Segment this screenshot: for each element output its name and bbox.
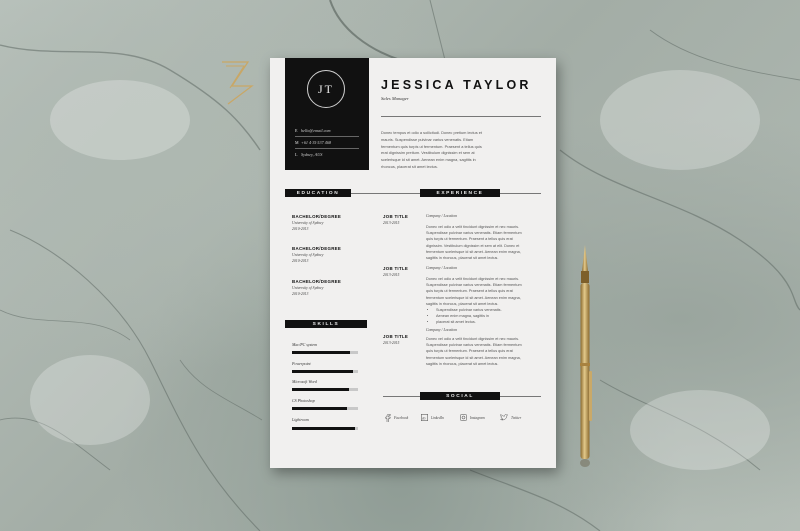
contact-email: E hello@email.com <box>295 126 365 134</box>
job-description: Donec vel odio a velit tincidunt digniss… <box>426 336 540 367</box>
profile-line: mauris. Suspendisse pulvinar varius vene… <box>381 136 474 142</box>
skill-name: Lightroom <box>292 417 309 422</box>
gold-pen <box>580 245 592 467</box>
skill-bar <box>292 427 358 430</box>
resume-sheet: JT E hello@email.com M +61 4·35·537 468 … <box>270 58 556 468</box>
job-company: Company / Location <box>426 328 458 332</box>
job-years: 2013-2015 <box>383 221 400 225</box>
contact-value: Sydney, AUS <box>301 151 323 157</box>
job-description: Donec vel odio a velit tincidunt digniss… <box>426 224 540 261</box>
social-facebook: Facebook <box>385 414 408 422</box>
profile-line: Donec tempus et odio a sollicitudi. Done… <box>381 130 482 135</box>
contact-value: hello@email.com <box>301 127 331 133</box>
monogram: JT <box>307 70 345 108</box>
paper-clip-icon <box>222 61 254 105</box>
social-linkedin: in LinkedIn <box>421 414 444 421</box>
skill-name: Mac/PC system <box>292 342 317 347</box>
divider <box>295 148 359 149</box>
skill-bar-fill <box>292 407 348 410</box>
job-bullet-list: Suspendisse pulvinar varius venenatis. A… <box>430 307 502 326</box>
job-years: 2013-2015 <box>383 341 400 345</box>
contact-phone: M +61 4·35·537 468 <box>295 138 365 146</box>
job-title: JOB TITLE <box>383 214 409 219</box>
marble-background: JT E hello@email.com M +61 4·35·537 468 … <box>0 0 800 531</box>
social-label: LinkedIn <box>431 415 444 420</box>
facebook-icon <box>385 414 391 422</box>
profile-line: scelerisque id sit amet. Aenean enim mag… <box>381 157 476 163</box>
education-school: University of Sydney <box>292 286 324 290</box>
social-heading: SOCIAL <box>420 392 500 400</box>
job-description: Donec vel odio a velit tincidunt digniss… <box>426 276 540 307</box>
social-label: Instagram <box>470 415 485 420</box>
job-years: 2013-2015 <box>383 273 400 277</box>
profile-line: erat dignissim pretium. Vestibulum digni… <box>381 150 475 156</box>
education-degree: BACHELOR/DEGREE <box>292 214 342 219</box>
profile-line: rhoncus, placerat sit amet lectus. <box>381 163 438 169</box>
social-instagram: Instagram <box>460 414 485 421</box>
skill-bar <box>292 407 358 410</box>
education-school: University of Sydney <box>292 253 324 257</box>
skill-bar-fill <box>292 370 353 373</box>
education-years: 2010-2013 <box>292 259 309 263</box>
job-description-line: sagittis in rhoncus, placerat sit amet l… <box>426 361 499 366</box>
skill-bar <box>292 388 358 391</box>
education-degree: BACHELOR/DEGREE <box>292 246 342 251</box>
job-company: Company / Location <box>426 214 458 218</box>
education-heading: EDUCATION <box>285 189 351 197</box>
job-title: JOB TITLE <box>383 266 409 271</box>
contact-value: +61 4·35·537 468 <box>301 139 332 145</box>
skill-name: Powerpoint <box>292 361 311 366</box>
profile-summary: Donec tempus et odio a sollicitudi. Done… <box>381 130 541 171</box>
profile-line: fermentum quis turpis ut fermentum. Prae… <box>381 143 482 149</box>
skill-bar-fill <box>292 427 356 430</box>
experience-heading: EXPERIENCE <box>420 189 500 197</box>
header-sidebar-block: JT E hello@email.com M +61 4·35·537 468 … <box>285 58 369 170</box>
twitter-icon <box>500 414 508 421</box>
social-twitter: Twitter <box>500 414 521 421</box>
skill-name: CS Photoshop <box>292 398 315 403</box>
education-degree: BACHELOR/DEGREE <box>292 279 342 284</box>
candidate-role: Sales Manager <box>381 96 409 101</box>
skill-name: Microsoft Word <box>292 379 317 384</box>
job-bullet: placerat sit amet lectus. <box>436 319 502 325</box>
linkedin-icon: in <box>421 414 428 421</box>
divider <box>295 136 359 137</box>
education-years: 2010-2013 <box>292 292 309 296</box>
education-years: 2010-2013 <box>292 227 309 231</box>
job-company: Company / Location <box>426 266 458 270</box>
social-label: Twitter <box>511 415 522 420</box>
header-rule <box>381 116 541 117</box>
contact-location: L Sydney, AUS <box>295 150 365 158</box>
skill-bar-fill <box>292 351 351 354</box>
instagram-icon <box>460 414 467 421</box>
skill-bar <box>292 351 358 354</box>
svg-text:in: in <box>422 415 426 420</box>
candidate-name: JESSICA TAYLOR <box>381 78 532 92</box>
job-description-line: sagittis in rhoncus, placerat sit amet l… <box>426 256 499 261</box>
job-title: JOB TITLE <box>383 334 409 339</box>
skills-heading: SKILLS <box>285 320 367 328</box>
skill-bar <box>292 370 358 373</box>
social-label: Facebook <box>394 416 409 420</box>
education-school: University of Sydney <box>292 221 324 225</box>
skill-bar-fill <box>292 388 349 391</box>
